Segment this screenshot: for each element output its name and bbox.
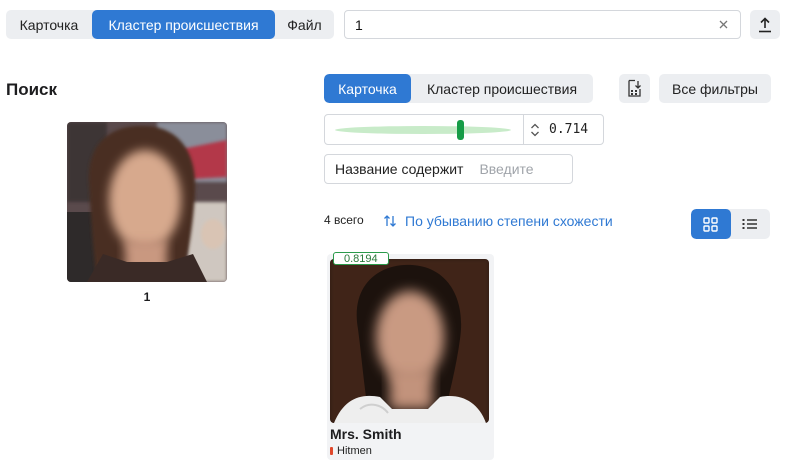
- slider-thumb[interactable]: [457, 120, 465, 140]
- tab-result-incident-cluster[interactable]: Кластер происшествия: [411, 74, 593, 103]
- upload-button[interactable]: [750, 10, 780, 39]
- name-filter-label: Название содержит: [335, 161, 464, 177]
- tab-file[interactable]: Файл: [275, 10, 334, 39]
- similarity-stepper[interactable]: 0.714: [524, 115, 588, 144]
- search-field: [344, 10, 741, 39]
- result-tabs: Карточка Кластер происшествия: [324, 74, 593, 103]
- grid-icon: [703, 216, 718, 232]
- name-filter-input[interactable]: [479, 161, 562, 177]
- source-tabs: Карточка Кластер происшествия Файл: [6, 10, 334, 39]
- clear-icon[interactable]: [716, 18, 730, 32]
- query-caption: 1: [143, 290, 151, 304]
- sort-icon: [383, 215, 397, 227]
- similarity-slider[interactable]: [325, 115, 524, 144]
- view-mode-toggle: [691, 209, 770, 239]
- result-card[interactable]: 0.8194 Mrs. Smith Hitmen: [327, 252, 494, 460]
- chevron-up-down-icon[interactable]: [530, 123, 540, 137]
- card-name: Mrs. Smith: [330, 426, 402, 442]
- slider-track: [335, 126, 511, 134]
- tag-color-marker: [330, 447, 333, 455]
- card-tag-label: Hitmen: [337, 445, 372, 457]
- export-button[interactable]: [619, 74, 650, 103]
- sort-label: По убыванию степени схожести: [405, 213, 613, 229]
- tab-incident-cluster[interactable]: Кластер происшествия: [92, 10, 275, 39]
- all-filters-button[interactable]: Все фильтры: [659, 74, 771, 103]
- similarity-threshold: 0.714: [324, 114, 604, 145]
- search-title: Поиск: [6, 80, 58, 99]
- results-count: 4 всего: [324, 213, 364, 227]
- upload-icon: [758, 16, 772, 33]
- query-photo: [67, 122, 227, 282]
- download-doc-icon: [626, 79, 644, 99]
- result-photo: [330, 259, 489, 423]
- card-tag: Hitmen: [330, 445, 372, 457]
- tab-result-card[interactable]: Карточка: [324, 74, 411, 103]
- similarity-value[interactable]: 0.714: [549, 122, 588, 137]
- sort-selector[interactable]: По убыванию степени схожести: [383, 213, 613, 229]
- grid-view-button[interactable]: [691, 209, 731, 239]
- list-icon: [742, 218, 758, 230]
- search-input[interactable]: [355, 16, 716, 33]
- name-contains-filter: Название содержит: [324, 154, 573, 184]
- similarity-score-badge: 0.8194: [333, 252, 389, 265]
- tab-card[interactable]: Карточка: [6, 10, 92, 39]
- list-view-button[interactable]: [731, 209, 771, 239]
